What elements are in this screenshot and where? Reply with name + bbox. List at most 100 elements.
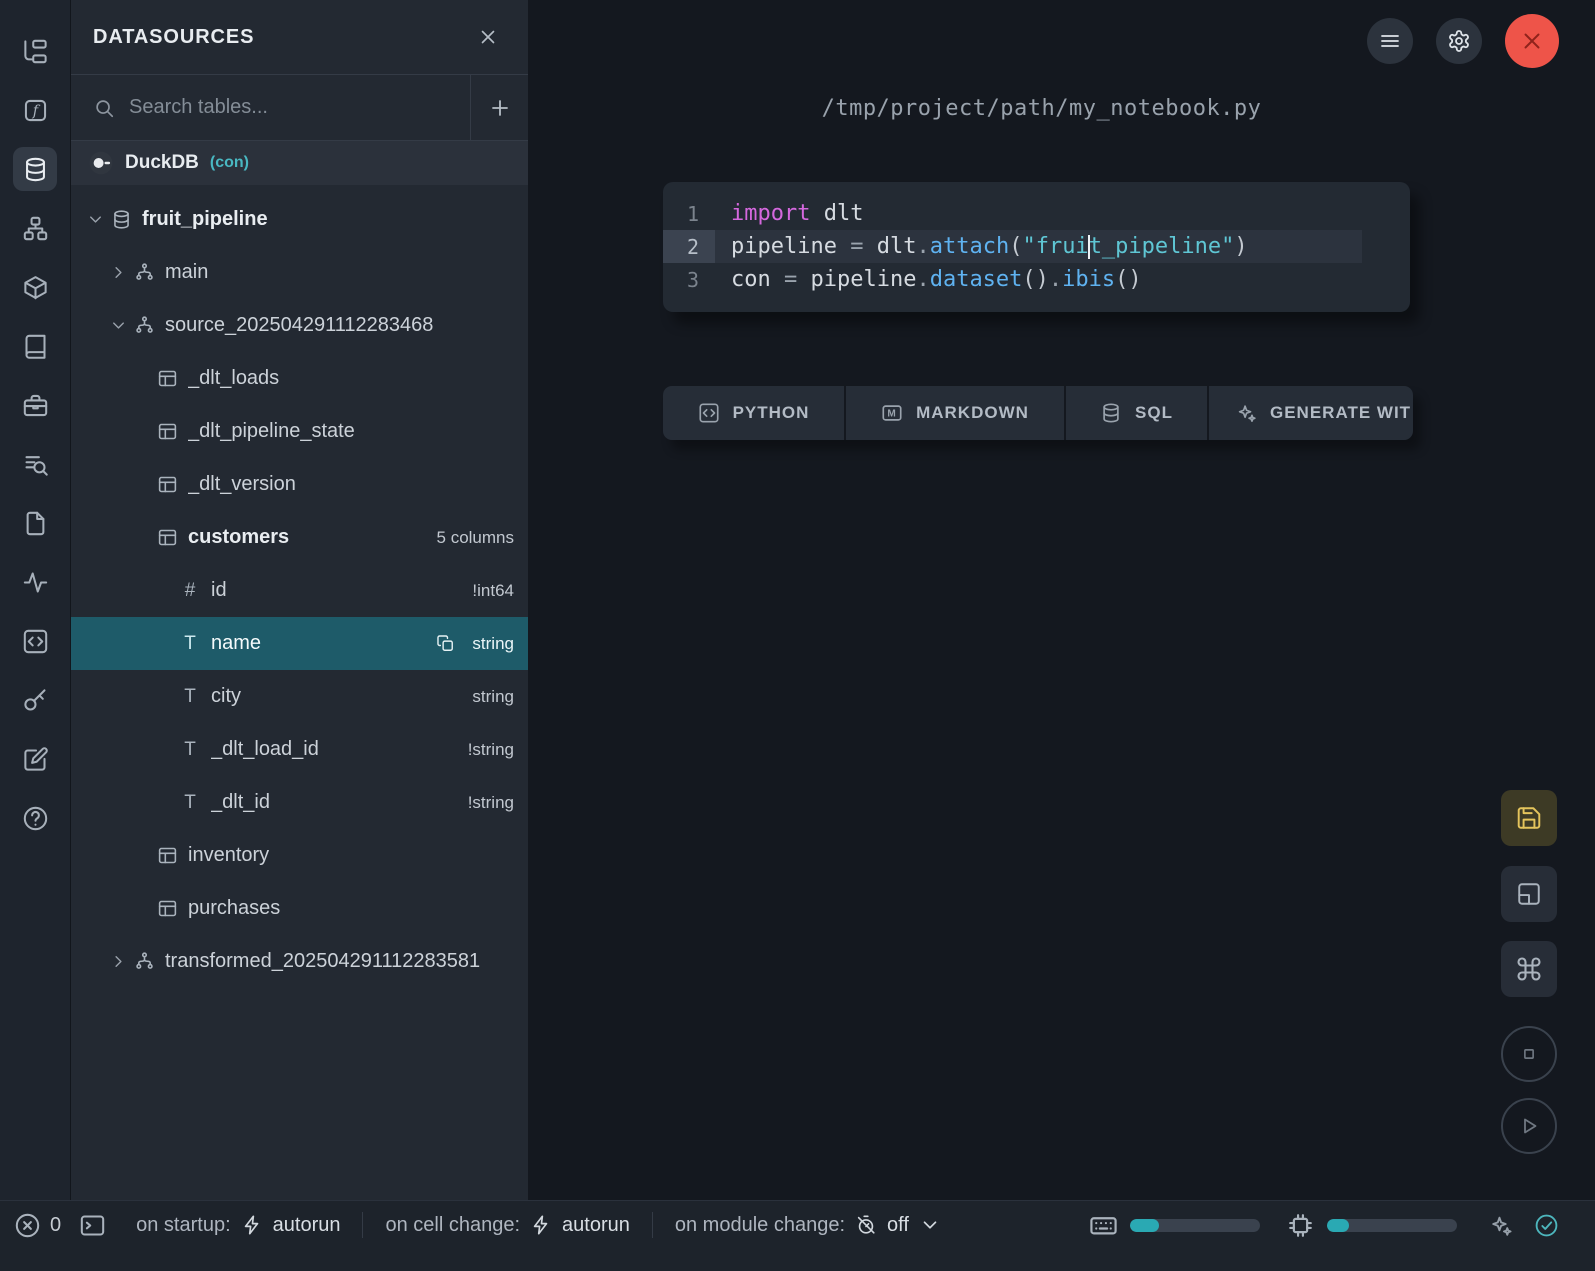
code-text: import dlt: [715, 197, 1362, 230]
add-cell-markdown-button[interactable]: MMARKDOWN: [846, 386, 1064, 440]
sparkles-icon: [1488, 1213, 1513, 1238]
keyboard-shortcuts-button[interactable]: [1501, 941, 1557, 997]
check-circle-icon: [1534, 1213, 1559, 1238]
copy-icon[interactable]: [436, 634, 455, 653]
stop-button[interactable]: [1501, 1026, 1557, 1082]
status-on-module-change[interactable]: on module change:off: [675, 1214, 941, 1237]
add-wrap: [470, 75, 528, 140]
table-icon: [155, 897, 179, 921]
chevron-right-icon[interactable]: [106, 950, 130, 974]
status-on-cell-change[interactable]: on cell change:autorun: [385, 1214, 629, 1237]
rail-item-tracing[interactable]: [13, 560, 57, 604]
settings-button[interactable]: [1436, 18, 1482, 64]
menu-icon: [1378, 29, 1402, 53]
tree-row-inventory[interactable]: inventory: [71, 829, 528, 882]
code-line-3[interactable]: 3con = pipeline.dataset().ibis(): [663, 263, 1410, 296]
file-icon: [22, 510, 49, 537]
keyboard-meter[interactable]: [1130, 1219, 1260, 1232]
variables-icon: f: [22, 97, 49, 124]
tree-row-_dlt_load_id[interactable]: T_dlt_load_id!string: [71, 723, 528, 776]
chevron-right-icon[interactable]: [106, 261, 130, 285]
tree-row-purchases[interactable]: purchases: [71, 882, 528, 935]
status-value: off: [887, 1214, 909, 1237]
plus-icon: [488, 96, 512, 120]
tree-row-city[interactable]: Tcitystring: [71, 670, 528, 723]
rail-item-help[interactable]: [13, 796, 57, 840]
layout-button[interactable]: [1501, 866, 1557, 922]
rail-item-toolbox[interactable]: [13, 383, 57, 427]
chevron-down-icon[interactable]: [106, 314, 130, 338]
rail-item-scratchpad[interactable]: [13, 737, 57, 781]
rail-item-packages[interactable]: [13, 265, 57, 309]
rail-item-documentation[interactable]: [13, 324, 57, 368]
chevron-spacer: [152, 632, 176, 656]
tree-row-main[interactable]: main: [71, 246, 528, 299]
chevron-down-icon[interactable]: [83, 208, 107, 232]
rail-item-file-explorer[interactable]: [13, 29, 57, 73]
terminal-button[interactable]: [61, 1212, 106, 1239]
status-value: autorun: [562, 1214, 630, 1237]
add-cell-python-button[interactable]: PYTHON: [663, 386, 844, 440]
line-number: 1: [663, 197, 715, 230]
rail-item-variables[interactable]: f: [13, 88, 57, 132]
rail-item-dependencies[interactable]: [13, 206, 57, 250]
tree-label: inventory: [188, 844, 514, 867]
tree-row-customers[interactable]: customers5 columns: [71, 511, 528, 564]
connection-row[interactable]: DuckDB (con): [71, 141, 528, 185]
text-icon: T: [178, 685, 202, 709]
add-datasource-button[interactable]: [482, 90, 518, 126]
top-actions: [1367, 14, 1559, 68]
shutdown-button[interactable]: [1505, 14, 1559, 68]
search-box: [71, 75, 470, 140]
sparkles-button[interactable]: [1483, 1208, 1517, 1242]
rail-item-logs[interactable]: [13, 442, 57, 486]
documentation-icon: [22, 333, 49, 360]
datasource-tree: fruit_pipelinemainsource_202504291112283…: [71, 185, 528, 1200]
schema-icon: [132, 314, 156, 338]
error-count-button[interactable]: 0: [14, 1212, 61, 1239]
tree-label: _dlt_load_id: [211, 738, 460, 761]
help-icon: [22, 805, 49, 832]
tree-row-fruit_pipeline[interactable]: fruit_pipeline: [71, 193, 528, 246]
keyboard-icon: [1089, 1211, 1118, 1240]
chevron-spacer: [129, 844, 153, 868]
run-button[interactable]: [1501, 1098, 1557, 1154]
save-button[interactable]: [1501, 790, 1557, 846]
rail-item-file[interactable]: [13, 501, 57, 545]
code-line-1[interactable]: 1import dlt: [663, 197, 1410, 230]
rail-item-datasources[interactable]: [13, 147, 57, 191]
add-cell-generate-wit-button[interactable]: GENERATE WIT: [1209, 386, 1413, 440]
database-icon: [1100, 402, 1122, 424]
tree-row-name[interactable]: Tnamestring: [71, 617, 528, 670]
tree-row-id[interactable]: #id!int64: [71, 564, 528, 617]
rail-item-snippets[interactable]: [13, 619, 57, 663]
tree-row-_dlt_pipeline_state[interactable]: _dlt_pipeline_state: [71, 405, 528, 458]
check-button[interactable]: [1529, 1208, 1563, 1242]
tree-row-_dlt_version[interactable]: _dlt_version: [71, 458, 528, 511]
close-panel-button[interactable]: [470, 19, 506, 55]
add-cell-buttons: PYTHONMMARKDOWNSQLGENERATE WIT: [663, 386, 1413, 440]
tree-row-transformed_202504291112283581[interactable]: transformed_202504291112283581: [71, 935, 528, 988]
code-cell[interactable]: 1import dlt2pipeline = dlt.attach("fruit…: [663, 182, 1410, 312]
chevron-spacer: [129, 897, 153, 921]
close-icon: [477, 26, 499, 48]
line-number: 3: [663, 263, 715, 296]
rail-item-secrets[interactable]: [13, 678, 57, 722]
status-on-startup[interactable]: on startup:autorun: [136, 1214, 340, 1237]
menu-button[interactable]: [1367, 18, 1413, 64]
search-input[interactable]: [129, 96, 460, 119]
chevron-spacer: [152, 579, 176, 603]
tree-row-_dlt_loads[interactable]: _dlt_loads: [71, 352, 528, 405]
add-cell-sql-button[interactable]: SQL: [1066, 386, 1207, 440]
tree-right-meta: string: [472, 634, 514, 654]
chip-meter[interactable]: [1327, 1219, 1457, 1232]
code-line-2[interactable]: 2pipeline = dlt.attach("fruit_pipeline"): [663, 230, 1410, 263]
logs-icon: [22, 451, 49, 478]
database-icon: [109, 208, 133, 232]
tree-row-_dlt_id[interactable]: T_dlt_id!string: [71, 776, 528, 829]
search-row: [71, 75, 528, 141]
tree-row-source_202504291112283468[interactable]: source_202504291112283468: [71, 299, 528, 352]
lightning-icon: [241, 1214, 263, 1236]
chevron-spacer: [129, 367, 153, 391]
search-icon: [93, 97, 115, 119]
